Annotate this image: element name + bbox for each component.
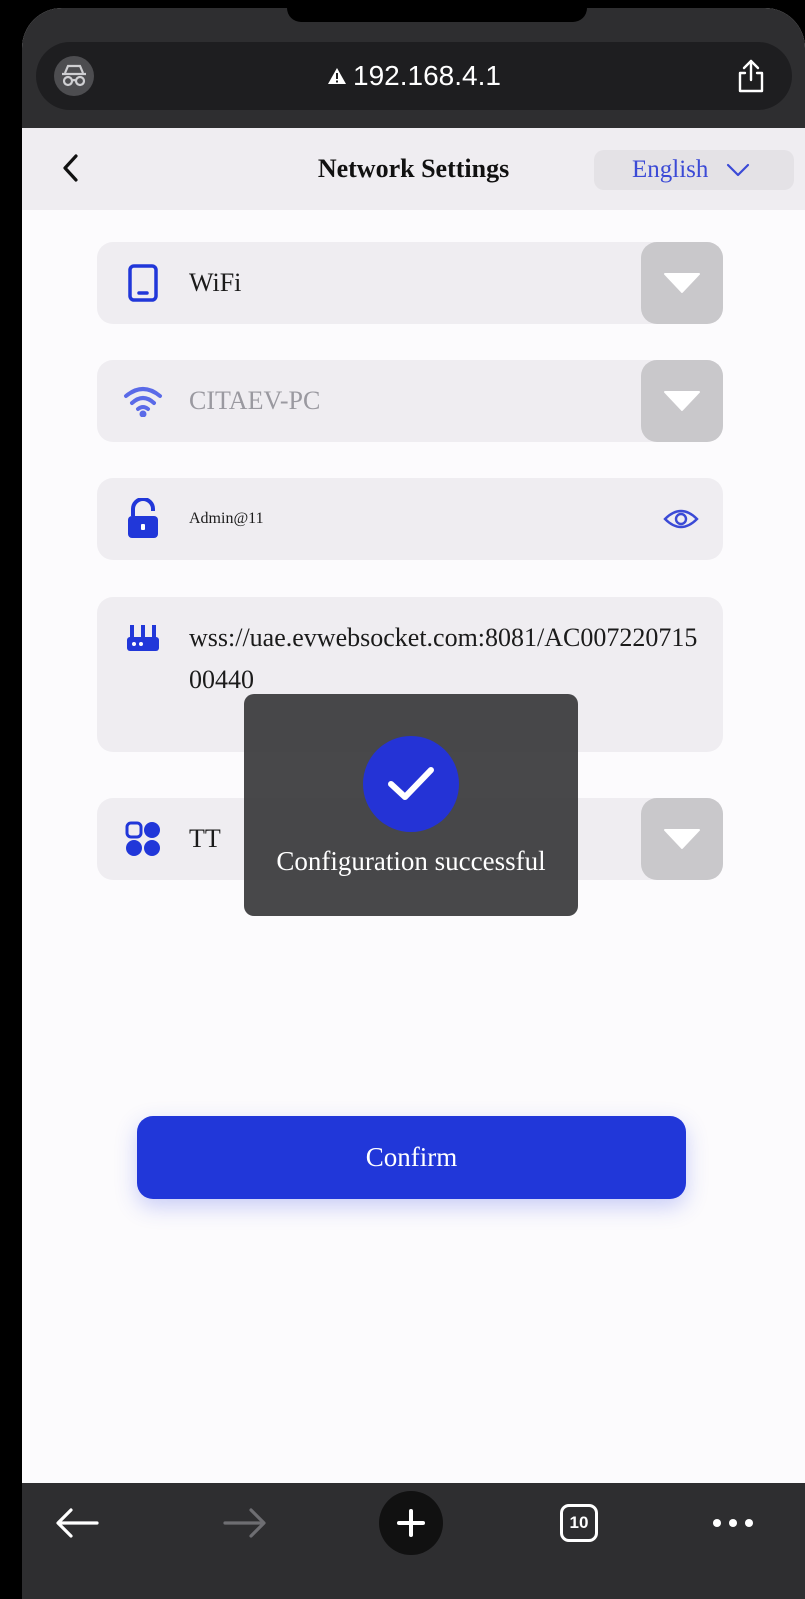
network-type-dropdown-button[interactable] xyxy=(641,242,723,324)
tabs-button[interactable]: 10 xyxy=(554,1483,604,1563)
url-display[interactable]: 192.168.4.1 xyxy=(36,42,792,110)
forward-arrow-icon[interactable] xyxy=(220,1483,270,1563)
server-url-value: wss://uae.evwebsocket.com:8081/AC0072207… xyxy=(189,623,698,694)
ssid-select[interactable]: CITAEV-PC xyxy=(97,360,723,442)
browser-toolbar: 10 xyxy=(22,1483,805,1599)
wifi-icon xyxy=(123,380,163,422)
language-value: English xyxy=(632,156,709,183)
triangle-down-icon xyxy=(664,391,700,411)
language-select[interactable]: English xyxy=(594,150,794,190)
triangle-down-icon xyxy=(664,273,700,293)
share-icon[interactable] xyxy=(734,58,768,94)
protocol-value: TT xyxy=(189,824,221,853)
page-header: Network Settings English xyxy=(22,128,805,210)
more-icon[interactable] xyxy=(708,1483,758,1563)
protocol-dropdown-button[interactable] xyxy=(641,798,723,880)
password-value: Admin@11 xyxy=(189,510,264,527)
network-type-value: WiFi xyxy=(189,268,242,297)
ssid-dropdown-button[interactable] xyxy=(641,360,723,442)
back-arrow-icon[interactable] xyxy=(52,1483,102,1563)
lock-icon xyxy=(123,498,163,540)
password-field[interactable]: Admin@11 xyxy=(97,478,723,560)
device-notch xyxy=(287,8,587,22)
plus-icon xyxy=(379,1491,443,1555)
toast-message: Configuration successful xyxy=(276,846,546,876)
browser-address-bar-area: 192.168.4.1 xyxy=(22,8,805,128)
confirm-button[interactable]: Confirm xyxy=(137,1116,686,1199)
new-tab-button[interactable] xyxy=(378,1483,444,1563)
phone-screen: 192.168.4.1 Network Settings English WiF… xyxy=(22,8,805,1599)
url-text: 192.168.4.1 xyxy=(353,60,501,91)
tab-count: 10 xyxy=(560,1504,598,1542)
eye-icon[interactable] xyxy=(663,502,699,536)
success-toast: Configuration successful xyxy=(244,694,578,916)
triangle-down-icon xyxy=(664,829,700,849)
chevron-down-icon xyxy=(727,163,750,177)
address-bar[interactable]: 192.168.4.1 xyxy=(36,42,792,110)
warning-icon xyxy=(327,67,347,85)
ssid-value: CITAEV-PC xyxy=(189,386,321,415)
checkmark-icon xyxy=(363,736,459,832)
network-type-select[interactable]: WiFi xyxy=(97,242,723,324)
apps-icon xyxy=(123,818,163,860)
tablet-icon xyxy=(123,262,163,304)
router-icon xyxy=(123,617,163,659)
